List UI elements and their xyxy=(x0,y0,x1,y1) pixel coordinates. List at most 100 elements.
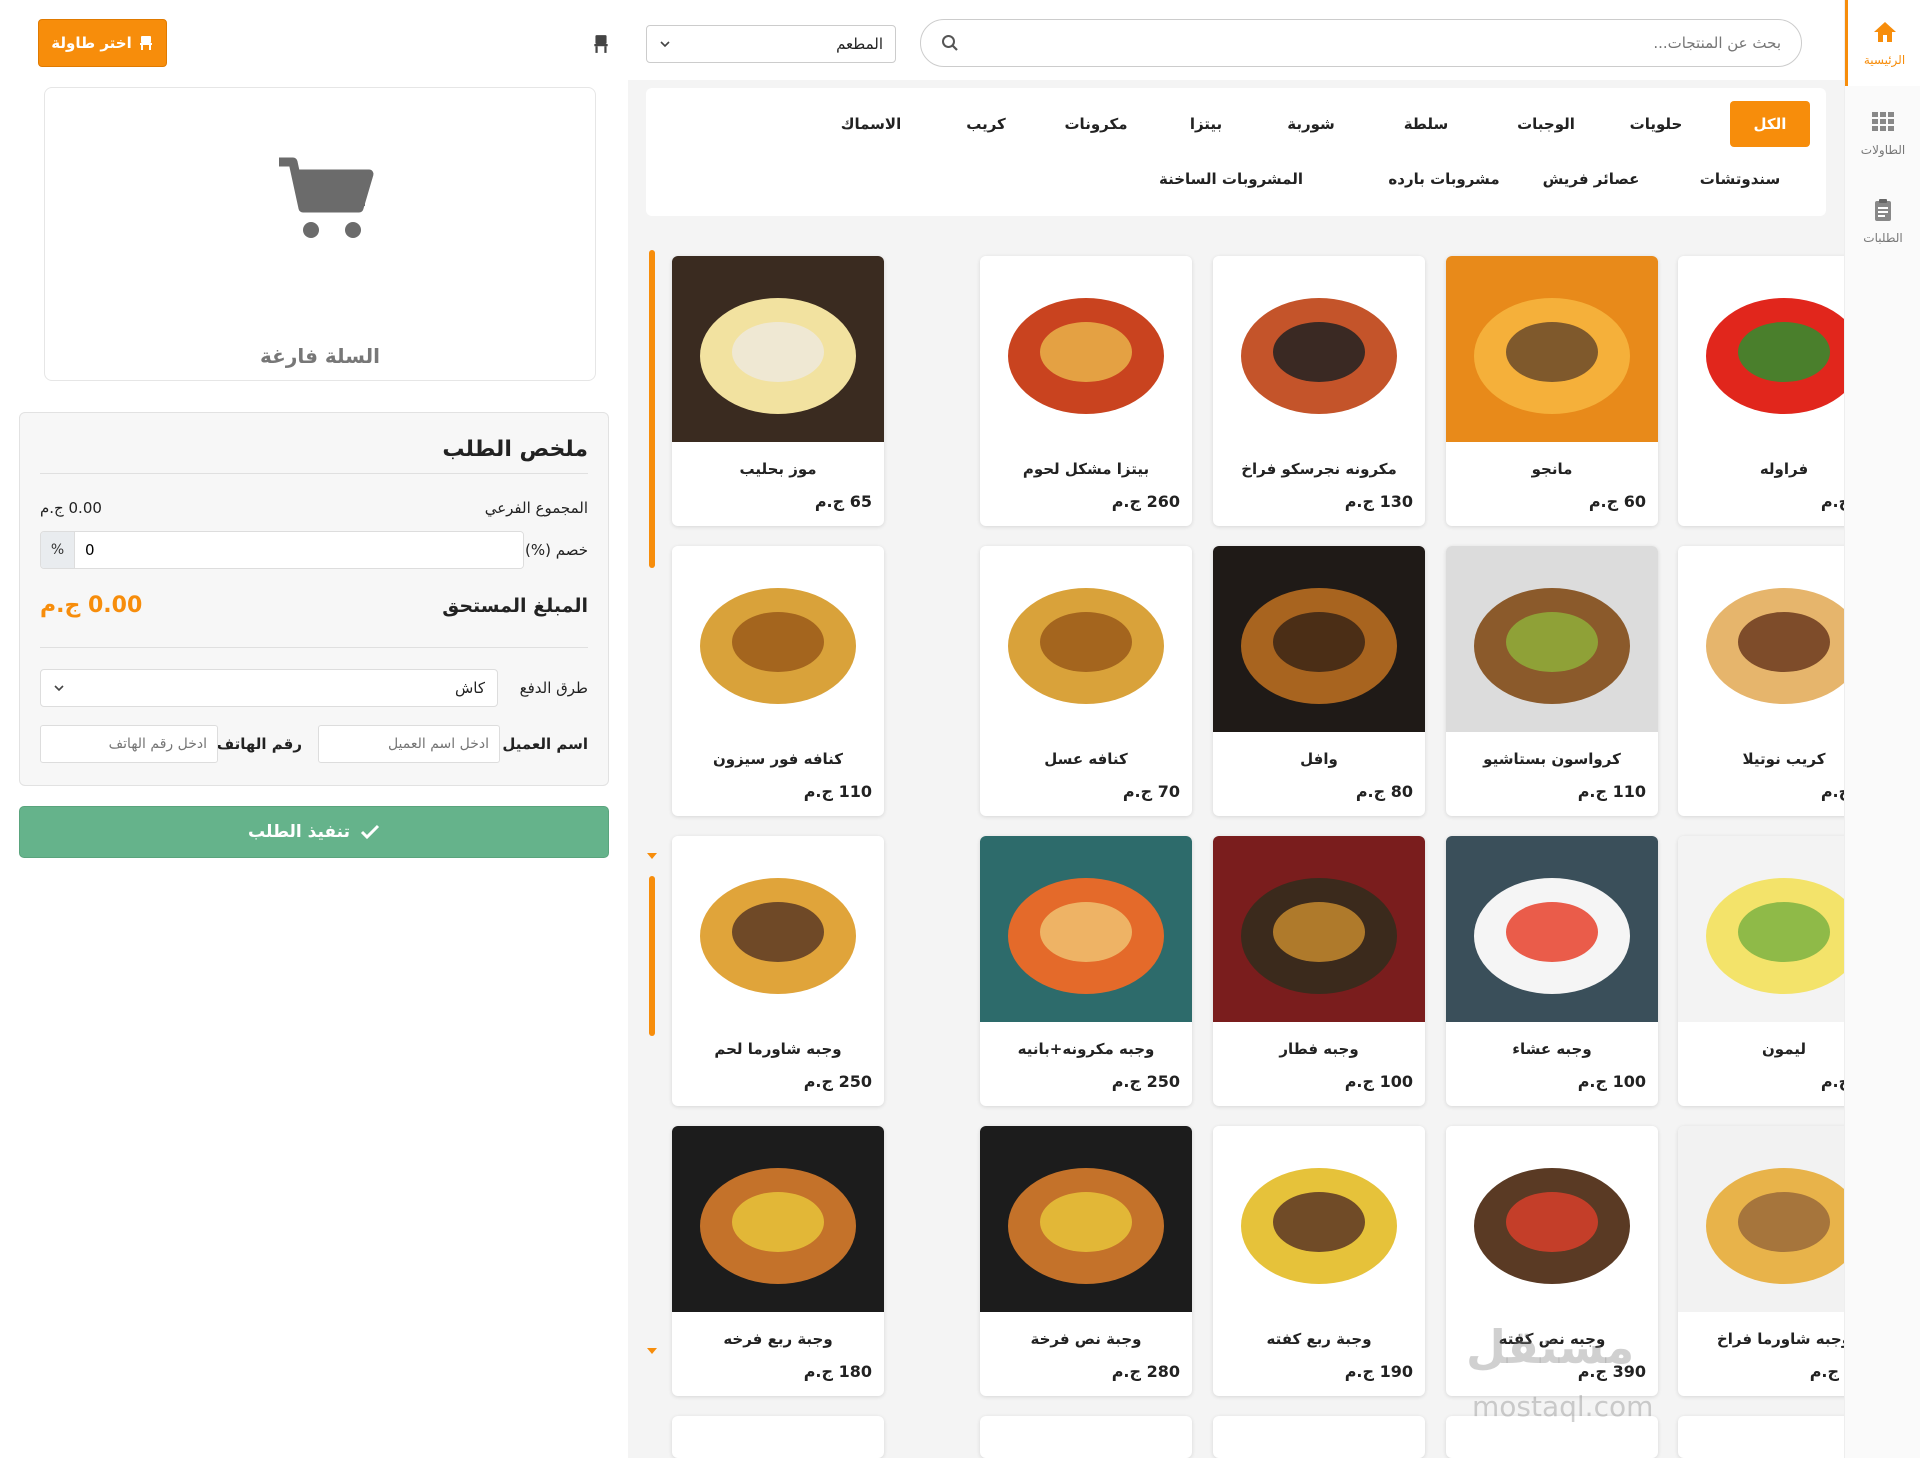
category-tab[interactable]: كريب xyxy=(956,101,1016,147)
product-card[interactable]: بيتزا مشكل لحوم 260 ج.م xyxy=(980,256,1192,526)
product-card[interactable]: وجبه مكرونه+بانيه 250 ج.م xyxy=(980,836,1192,1106)
product-price: 280 ج.م xyxy=(1111,1362,1180,1381)
amount-due-value: 0.00 ج.م xyxy=(40,593,143,618)
category-tab[interactable]: حلويات xyxy=(1621,101,1691,147)
product-price: 110 ج.م xyxy=(1577,782,1646,801)
scroll-down-arrow[interactable] xyxy=(647,853,657,859)
phone-label: رقم الهاتف xyxy=(216,735,302,753)
product-name: كنافه عسل xyxy=(1044,750,1128,768)
product-card[interactable]: وجبة نص فرخة 280 ج.م xyxy=(980,1126,1192,1396)
product-price: 180 ج.م xyxy=(803,1362,872,1381)
cart-box: السلة فارغة xyxy=(44,87,596,381)
product-price: 100 ج.م xyxy=(1577,1072,1646,1091)
category-tab[interactable]: عصائر فريش xyxy=(1536,156,1646,202)
product-card[interactable]: موز بحليب 65 ج.م xyxy=(672,256,884,526)
grilled-chicken-image xyxy=(980,1126,1192,1312)
product-card[interactable]: وجبه عشاء 100 ج.م xyxy=(1446,836,1658,1106)
croissant-image xyxy=(1446,546,1658,732)
product-price: 250 ج.م xyxy=(803,1072,872,1091)
discount-input[interactable] xyxy=(75,532,523,568)
table-chair-icon xyxy=(594,35,608,53)
product-name: وجبه عشاء xyxy=(1512,1040,1592,1058)
product-card[interactable]: مانجو 60 ج.م xyxy=(1446,256,1658,526)
pizza-image xyxy=(980,256,1192,442)
product-card[interactable] xyxy=(672,1416,884,1458)
product-name: كنافه فور سيزون xyxy=(712,750,844,768)
product-card[interactable]: وجبه شاورما لحم 250 ج.م xyxy=(672,836,884,1106)
customer-name-label: اسم العميل xyxy=(502,735,588,753)
banana-milk-image xyxy=(672,256,884,442)
restaurant-select[interactable]: المطعم xyxy=(646,25,896,63)
product-name: وجبه فطار xyxy=(1279,1040,1359,1058)
side-navigation: الرئيسية الطاولات الطلبات xyxy=(1844,0,1920,1458)
product-card[interactable]: كنافه عسل 70 ج.م xyxy=(980,546,1192,816)
category-tab[interactable]: سندوتشات xyxy=(1678,156,1802,202)
category-tab[interactable]: بيتزا xyxy=(1176,101,1236,147)
product-card[interactable]: كرواسون بستاشيو 110 ج.م xyxy=(1446,546,1658,816)
restaurant-select-value: المطعم xyxy=(836,35,883,53)
choose-table-label: اختر طاولة xyxy=(51,34,132,52)
product-card[interactable]: وجبه فطار 100 ج.م xyxy=(1213,836,1425,1106)
product-name: مكرونه نجرسكو فراخ xyxy=(1241,460,1397,478)
scrollbar-thumb[interactable] xyxy=(649,250,655,568)
payment-method-select[interactable]: كاش xyxy=(40,669,498,707)
category-tab[interactable]: الاسماك xyxy=(826,101,916,147)
category-tab[interactable]: المشروبات الساخنة xyxy=(1156,156,1306,202)
category-tab[interactable]: مشروبات بارده xyxy=(1374,156,1514,202)
category-tab[interactable]: مكرونات xyxy=(1051,101,1141,147)
top-bar: المطعم xyxy=(628,0,1844,80)
nav-home[interactable]: الرئيسية xyxy=(1845,0,1920,86)
product-price: 80 ج.م xyxy=(1355,782,1413,801)
product-price: 190 ج.م xyxy=(1344,1362,1413,1381)
cart-empty-text: السلة فارغة xyxy=(260,344,380,368)
customer-name-input[interactable] xyxy=(318,725,500,763)
product-price: 130 ج.م xyxy=(1344,492,1413,511)
product-name: كرواسون بستاشيو xyxy=(1483,750,1621,768)
home-icon xyxy=(1873,22,1896,42)
nav-tables-label: الطاولات xyxy=(1860,143,1906,157)
category-tab[interactable]: سلطة xyxy=(1391,101,1461,147)
choose-table-button[interactable]: اختر طاولة xyxy=(38,19,167,67)
product-name: موز بحليب xyxy=(739,460,817,478)
product-name: وافل xyxy=(1300,750,1338,768)
search-box[interactable] xyxy=(920,19,1802,67)
watermark-arabic: مستقل xyxy=(1466,1320,1635,1374)
search-input[interactable] xyxy=(969,34,1781,52)
discount-field: % xyxy=(40,531,524,569)
product-name: وجبة ربع فرخه xyxy=(723,1330,833,1348)
nav-tables[interactable]: الطاولات xyxy=(1845,90,1920,176)
divider xyxy=(40,473,588,474)
shawarma-image xyxy=(672,836,884,1022)
product-price: 100 ج.م xyxy=(1344,1072,1413,1091)
subtotal-label: المجموع الفرعي xyxy=(484,499,588,517)
category-tab[interactable]: الوجبات xyxy=(1506,101,1586,147)
order-summary: ملخص الطلب المجموع الفرعي 0.00 ج.م خصم (… xyxy=(19,412,609,786)
nav-orders[interactable]: الطلبات xyxy=(1845,178,1920,264)
scroll-down-arrow[interactable] xyxy=(647,1348,657,1354)
watermark-latin: mostaql.com xyxy=(1472,1390,1654,1423)
scrollbar-thumb[interactable] xyxy=(649,876,655,1036)
chair-icon xyxy=(139,36,152,50)
product-name: وجبه مكرونه+بانيه xyxy=(1017,1040,1155,1058)
product-card[interactable]: وجبة ربع فرخه 180 ج.م xyxy=(672,1126,884,1396)
product-price: 60 ج.م xyxy=(1588,492,1646,511)
grilled-chicken-image xyxy=(672,1126,884,1312)
subtotal-value: 0.00 ج.م xyxy=(40,499,102,517)
product-name: بيتزا مشكل لحوم xyxy=(1022,460,1150,478)
phone-input[interactable] xyxy=(40,725,218,763)
product-card[interactable]: وافل 80 ج.م xyxy=(1213,546,1425,816)
payment-method-label: طرق الدفع xyxy=(519,679,588,697)
category-tab[interactable]: الكل xyxy=(1730,101,1810,147)
product-name: وجبه شاورما لحم xyxy=(714,1040,842,1058)
product-card[interactable] xyxy=(980,1416,1192,1458)
pasta-image xyxy=(1213,256,1425,442)
product-card[interactable] xyxy=(1213,1416,1425,1458)
submit-order-button[interactable]: تنفيذ الطلب xyxy=(19,806,609,858)
product-card[interactable]: مكرونه نجرسكو فراخ 130 ج.م xyxy=(1213,256,1425,526)
category-tab[interactable]: شوربة xyxy=(1276,101,1346,147)
product-card[interactable]: وجبة ربع كفته 190 ج.م xyxy=(1213,1126,1425,1396)
product-card[interactable]: كنافه فور سيزون 110 ج.م xyxy=(672,546,884,816)
nav-orders-label: الطلبات xyxy=(1863,231,1903,245)
payment-method-value: كاش xyxy=(454,679,485,697)
product-price: 260 ج.م xyxy=(1111,492,1180,511)
